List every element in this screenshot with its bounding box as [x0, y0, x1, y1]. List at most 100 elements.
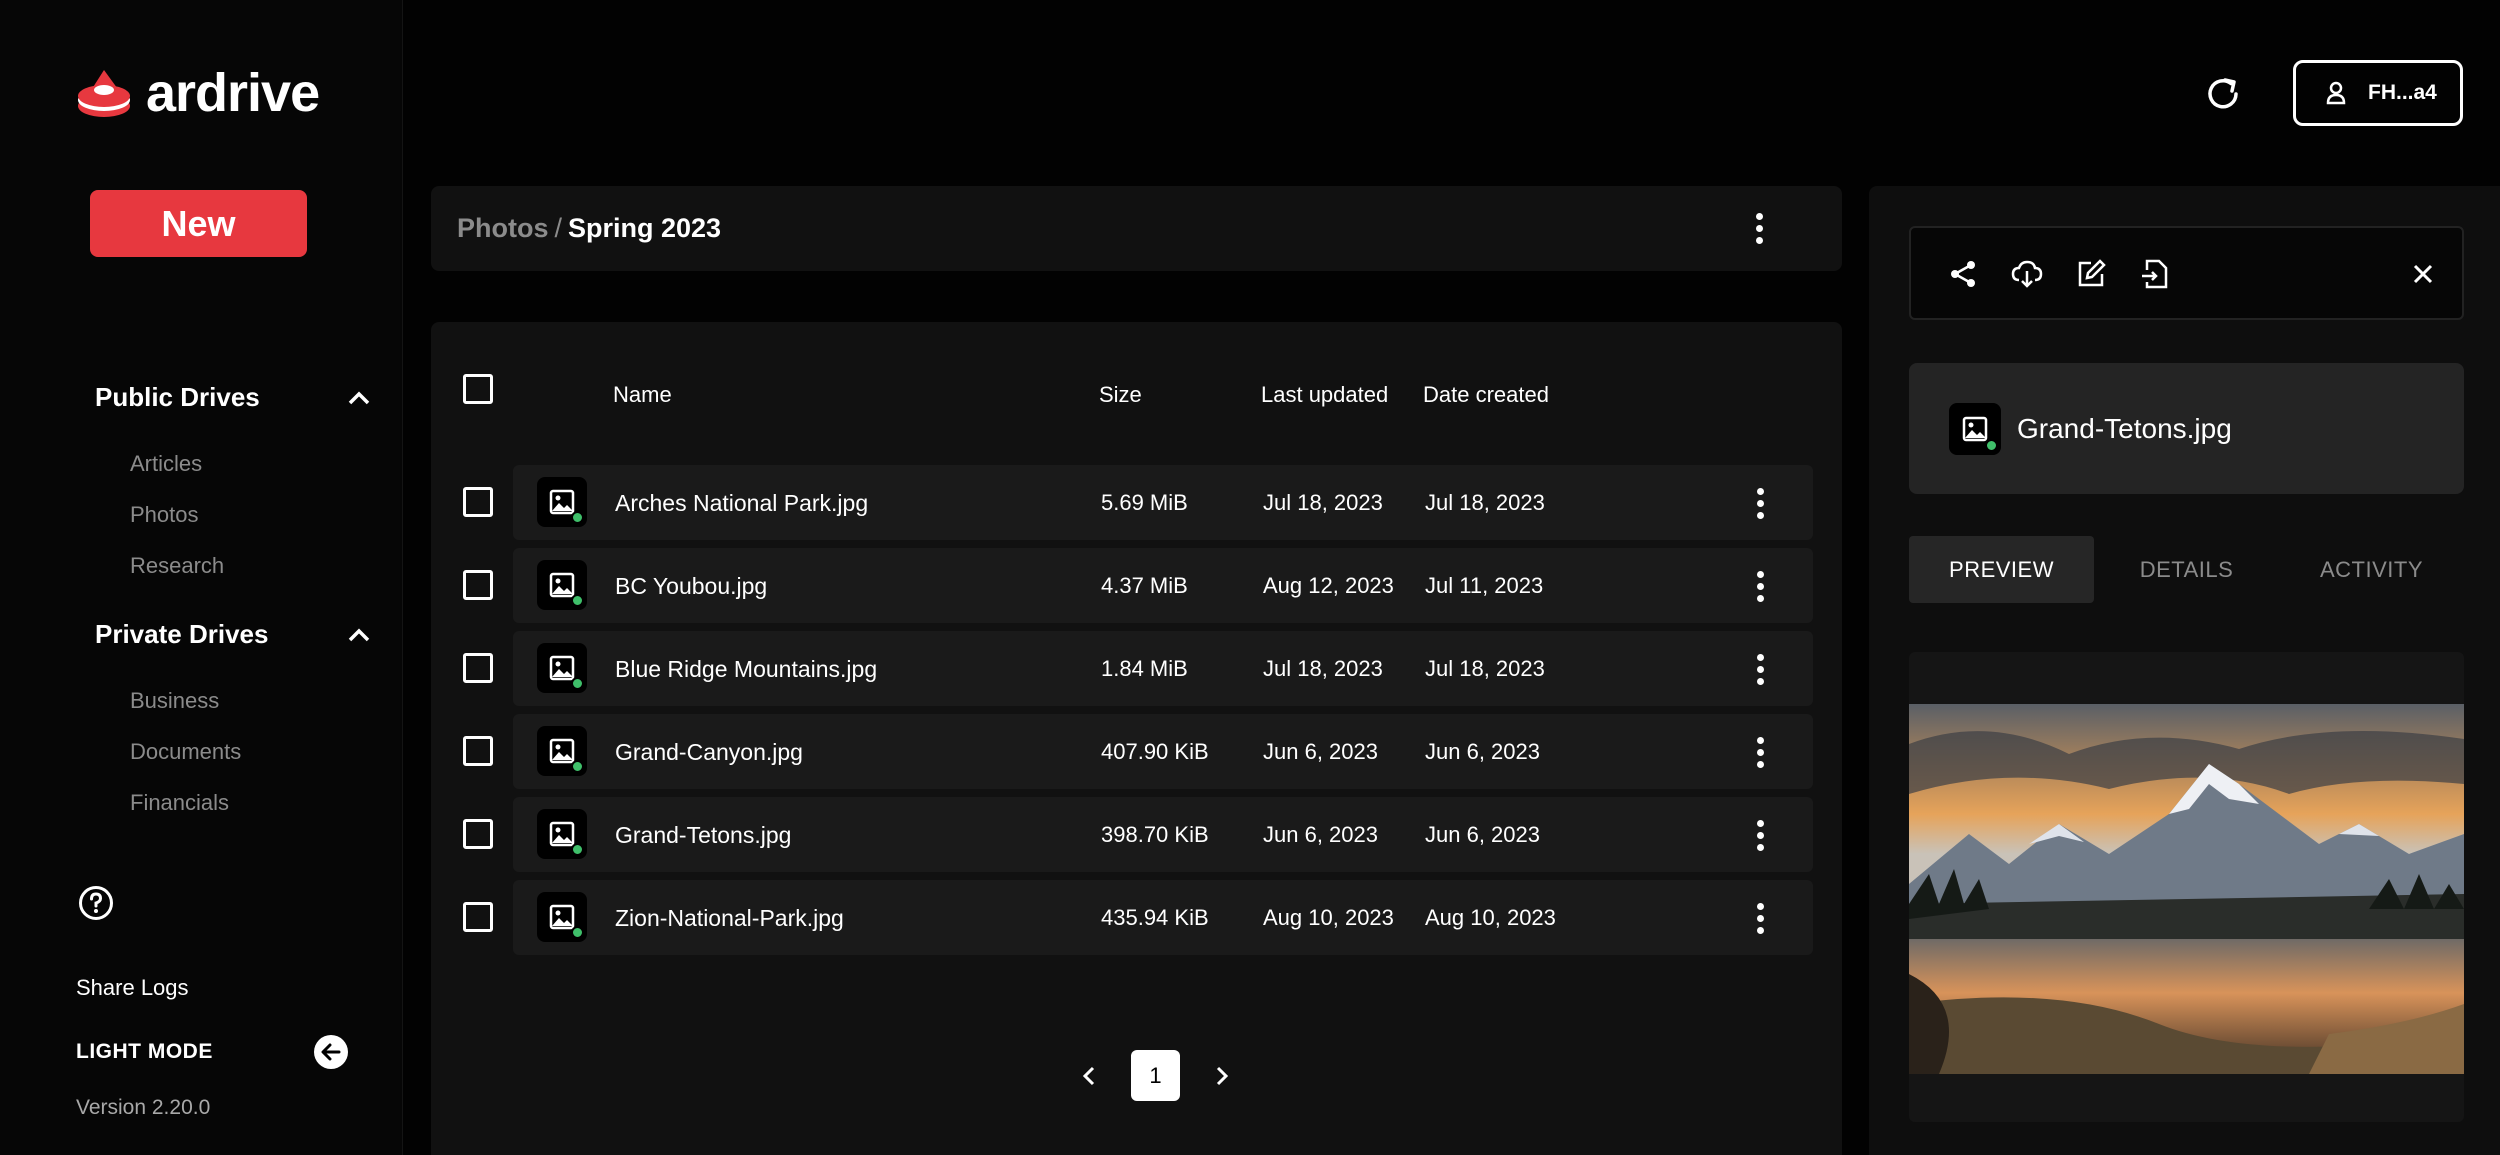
file-name[interactable]: Arches National Park.jpg: [615, 490, 868, 517]
public-drives-header[interactable]: Public Drives: [95, 382, 370, 413]
table-row[interactable]: Grand-Tetons.jpg 398.70 KiB Jun 6, 2023 Jun…: [463, 797, 1813, 872]
logo-text: ardrive: [146, 63, 320, 123]
next-page-button[interactable]: [1204, 1058, 1240, 1094]
chevron-up-icon[interactable]: [348, 391, 370, 405]
sidebar-item-articles[interactable]: Articles: [130, 451, 202, 477]
file-thumbnail: [1949, 402, 2001, 455]
row-menu-button[interactable]: [1745, 732, 1775, 772]
download-icon[interactable]: [2011, 258, 2043, 290]
page-number[interactable]: 1: [1131, 1050, 1180, 1101]
row-menu-button[interactable]: [1745, 649, 1775, 689]
light-mode-label: LIGHT MODE: [76, 1040, 213, 1063]
file-last-updated: Jul 18, 2023: [1263, 656, 1383, 681]
file-size: 1.84 MiB: [1101, 656, 1188, 681]
file-thumbnail: [537, 477, 587, 527]
sidebar-item-photos[interactable]: Photos: [130, 502, 199, 528]
table-row[interactable]: Blue Ridge Mountains.jpg 1.84 MiB Jul 18, …: [463, 631, 1813, 706]
breadcrumb-parent[interactable]: Photos: [457, 213, 549, 244]
file-last-updated: Jul 18, 2023: [1263, 490, 1383, 515]
row-checkbox[interactable]: [463, 653, 493, 683]
image-file-icon: [549, 904, 575, 930]
tab-details[interactable]: DETAILS: [2094, 536, 2279, 603]
tab-preview[interactable]: PREVIEW: [1909, 536, 2094, 603]
table-row[interactable]: Arches National Park.jpg 5.69 MiB Jul 18, …: [463, 465, 1813, 540]
table-row[interactable]: BC Youbou.jpg 4.37 MiB Aug 12, 2023 Jul 11,…: [463, 548, 1813, 623]
file-table: Name Size Last updated Date created Arch…: [431, 322, 1842, 1155]
edit-icon[interactable]: [2075, 258, 2107, 290]
file-name[interactable]: Blue Ridge Mountains.jpg: [615, 656, 877, 683]
sidebar-item-business[interactable]: Business: [130, 688, 219, 714]
file-date-created: Aug 10, 2023: [1425, 905, 1556, 930]
table-row[interactable]: Zion-National-Park.jpg 435.94 KiB Aug 10, …: [463, 880, 1813, 955]
file-thumbnail: [537, 892, 587, 942]
ardrive-logo-icon: [78, 70, 130, 117]
chevron-right-icon: [1216, 1066, 1229, 1085]
column-header-last-updated[interactable]: Last updated: [1261, 382, 1388, 408]
chevron-up-icon[interactable]: [348, 628, 370, 642]
table-row[interactable]: Grand-Canyon.jpg 407.90 KiB Jun 6, 2023 Jun…: [463, 714, 1813, 789]
share-icon[interactable]: [1947, 258, 1979, 290]
column-header-size[interactable]: Size: [1099, 382, 1142, 408]
column-header-name[interactable]: Name: [613, 382, 672, 408]
refresh-icon[interactable]: [2203, 74, 2243, 114]
file-size: 398.70 KiB: [1101, 822, 1209, 847]
image-file-icon: [549, 489, 575, 515]
file-size: 407.90 KiB: [1101, 739, 1209, 764]
sidebar-item-documents[interactable]: Documents: [130, 739, 241, 765]
sidebar-item-research[interactable]: Research: [130, 553, 224, 579]
row-checkbox[interactable]: [463, 570, 493, 600]
move-file-icon[interactable]: [2139, 258, 2171, 290]
light-mode-toggle[interactable]: [314, 1035, 348, 1069]
sync-status-dot: [571, 677, 584, 690]
file-size: 435.94 KiB: [1101, 905, 1209, 930]
profile-button[interactable]: FH...a4: [2293, 60, 2463, 126]
image-file-icon: [549, 655, 575, 681]
row-checkbox[interactable]: [463, 487, 493, 517]
row-checkbox[interactable]: [463, 902, 493, 932]
breadcrumb: Photos / Spring 2023: [431, 186, 1842, 271]
file-name[interactable]: Zion-National-Park.jpg: [615, 905, 844, 932]
file-thumbnail: [537, 726, 587, 776]
row-checkbox[interactable]: [463, 819, 493, 849]
row-menu-button[interactable]: [1745, 483, 1775, 523]
row-menu-button[interactable]: [1745, 898, 1775, 938]
tab-activity[interactable]: ACTIVITY: [2279, 536, 2464, 603]
arrow-left-icon: [321, 1043, 341, 1061]
prev-page-button[interactable]: [1071, 1058, 1107, 1094]
file-date-created: Jul 18, 2023: [1425, 490, 1545, 515]
file-last-updated: Aug 12, 2023: [1263, 573, 1394, 598]
private-drives-header[interactable]: Private Drives: [95, 619, 370, 650]
row-menu-button[interactable]: [1745, 815, 1775, 855]
sidebar: ardrive New Public Drives Articles Photo…: [0, 0, 403, 1155]
help-icon[interactable]: [78, 885, 114, 921]
sidebar-item-financials[interactable]: Financials: [130, 790, 229, 816]
mountain-landscape-image: [1909, 704, 2464, 1074]
file-detail-panel: Grand-Tetons.jpg PREVIEW DETAILS ACTIVIT…: [1869, 186, 2500, 1155]
sync-status-dot: [571, 760, 584, 773]
ardrive-logo[interactable]: ardrive: [76, 63, 320, 123]
new-button[interactable]: New: [90, 190, 307, 257]
file-date-created: Jun 6, 2023: [1425, 739, 1540, 764]
file-last-updated: Aug 10, 2023: [1263, 905, 1394, 930]
image-file-icon: [549, 572, 575, 598]
file-action-bar: [1909, 226, 2464, 320]
file-name[interactable]: Grand-Canyon.jpg: [615, 739, 803, 766]
private-drives-label: Private Drives: [95, 619, 269, 649]
file-name[interactable]: Grand-Tetons.jpg: [615, 822, 791, 849]
select-all-checkbox[interactable]: [463, 374, 493, 404]
image-preview: [1909, 652, 2464, 1122]
row-checkbox[interactable]: [463, 736, 493, 766]
folder-menu-button[interactable]: [1744, 208, 1774, 248]
file-thumbnail: [537, 809, 587, 859]
column-header-date-created[interactable]: Date created: [1423, 382, 1549, 408]
row-menu-button[interactable]: [1745, 566, 1775, 606]
profile-address: FH...a4: [2368, 81, 2437, 104]
sync-status-dot: [571, 843, 584, 856]
file-last-updated: Jun 6, 2023: [1263, 739, 1378, 764]
chevron-left-icon: [1082, 1066, 1095, 1085]
sync-status-dot: [571, 926, 584, 939]
file-name[interactable]: BC Youbou.jpg: [615, 573, 767, 600]
share-logs-link[interactable]: Share Logs: [76, 975, 189, 1001]
breadcrumb-separator: /: [554, 213, 563, 243]
close-icon[interactable]: [2411, 262, 2435, 286]
